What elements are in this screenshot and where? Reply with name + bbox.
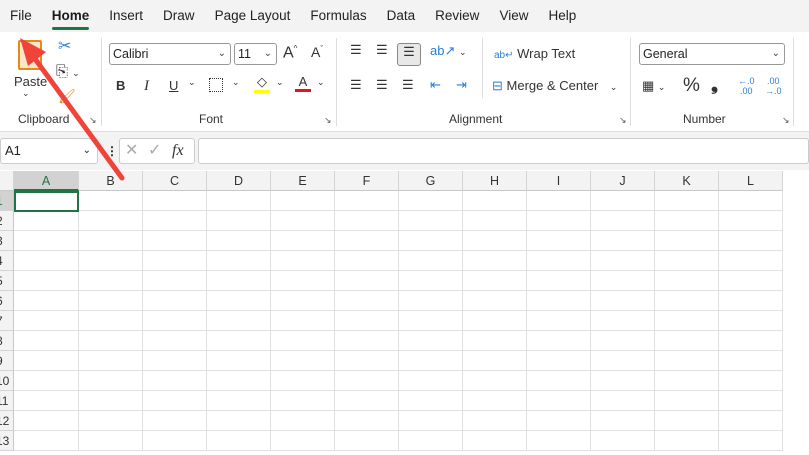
- annotation-arrow: [20, 38, 125, 181]
